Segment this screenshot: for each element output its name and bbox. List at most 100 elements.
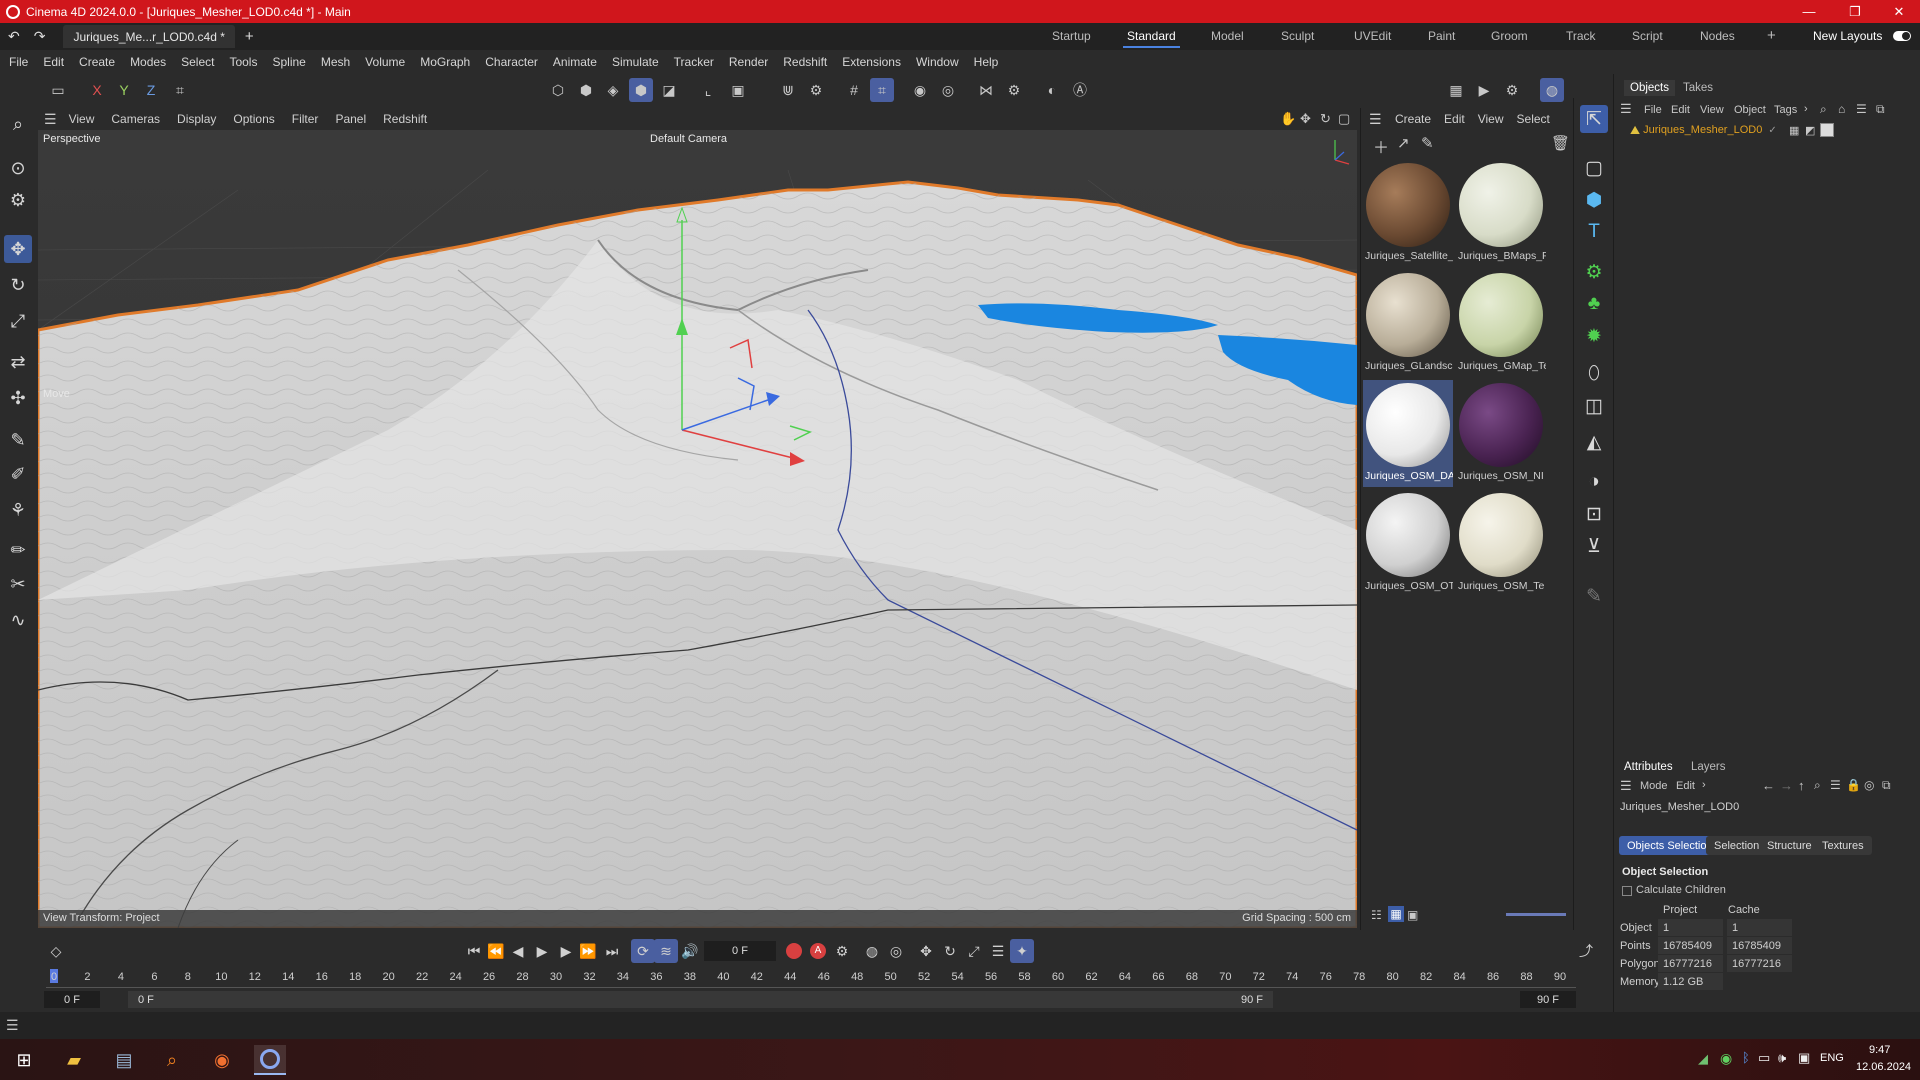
- solo-icon[interactable]: ◉: [908, 78, 932, 102]
- tag-icon-1[interactable]: ▦: [1789, 124, 1799, 137]
- lock-workplane-icon[interactable]: ◐: [1040, 78, 1064, 102]
- key-rotation-icon[interactable]: ◎: [884, 939, 908, 963]
- knife-tool-icon[interactable]: ✂: [4, 570, 32, 598]
- loop-icon[interactable]: ⟳: [631, 939, 655, 963]
- uv-mode-icon[interactable]: ◪: [657, 78, 681, 102]
- maximize-button[interactable]: ❐: [1832, 0, 1878, 23]
- material-menu-create[interactable]: Create: [1395, 112, 1431, 126]
- select-object-icon[interactable]: ⇱: [1580, 105, 1608, 133]
- coordinate-system-icon[interactable]: ⌗: [168, 78, 192, 102]
- cloner-icon[interactable]: ♣: [1580, 290, 1608, 318]
- grid-snap-icon[interactable]: #: [842, 78, 866, 102]
- viewport-menu-options[interactable]: Options: [233, 112, 274, 126]
- key-scale-icon[interactable]: ✥: [914, 939, 938, 963]
- close-button[interactable]: ✕: [1876, 0, 1920, 23]
- viewport-menu-cameras[interactable]: Cameras: [111, 112, 160, 126]
- start-frame-field[interactable]: 0 F: [44, 991, 100, 1008]
- search-app-icon[interactable]: ⌕: [156, 1045, 188, 1075]
- snap-settings-icon[interactable]: ⚙: [804, 78, 828, 102]
- menu-render[interactable]: Render: [729, 55, 768, 69]
- transfer-tool-icon[interactable]: ⇄: [4, 348, 32, 376]
- calculate-children-checkbox[interactable]: [1622, 886, 1632, 896]
- symmetry-icon[interactable]: ⋈: [974, 78, 998, 102]
- viewport-menu-view[interactable]: View: [69, 112, 95, 126]
- attributes-menu-mode[interactable]: Mode: [1640, 780, 1668, 792]
- menu-mesh[interactable]: Mesh: [321, 55, 350, 69]
- material-menu-select[interactable]: Select: [1517, 112, 1550, 126]
- paint-tool-icon[interactable]: ⚘: [4, 496, 32, 524]
- menu-modes[interactable]: Modes: [130, 55, 166, 69]
- redshift-render-view-icon[interactable]: ◍: [1540, 78, 1564, 102]
- tab-objects[interactable]: Objects: [1624, 80, 1675, 96]
- new-window-icon[interactable]: ⧉: [1876, 102, 1885, 117]
- render-settings-icon[interactable]: ⚙: [1500, 78, 1524, 102]
- thumbnail-size-slider[interactable]: [1506, 913, 1566, 916]
- coordinate-manager-icon[interactable]: ▭: [46, 78, 70, 102]
- subtab-structure[interactable]: Structure: [1759, 836, 1820, 855]
- material-item[interactable]: Juriques_OSM_Te: [1456, 490, 1546, 597]
- viewport-hamburger-icon[interactable]: ☰: [44, 111, 57, 128]
- 3d-viewport[interactable]: Perspective Default Camera Move: [38, 130, 1357, 928]
- end-frame-field[interactable]: 90 F: [1520, 991, 1576, 1008]
- material-item[interactable]: Juriques_GLandsc: [1363, 270, 1453, 377]
- snap-magnet-icon[interactable]: ⋓: [776, 78, 800, 102]
- next-key-icon[interactable]: ⏩: [576, 939, 600, 963]
- material-item[interactable]: Juriques_Satellite_: [1363, 160, 1453, 267]
- delete-material-icon[interactable]: 🗑: [1551, 134, 1570, 152]
- clock-date[interactable]: 12.06.2024: [1856, 1061, 1911, 1073]
- back-arrow-icon[interactable]: ←: [1762, 778, 1775, 793]
- minimize-button[interactable]: —: [1786, 0, 1832, 23]
- add-material-icon[interactable]: ＋: [1373, 134, 1389, 158]
- render-view-icon[interactable]: ▦: [1444, 78, 1468, 102]
- settings-icon[interactable]: ◎: [1864, 778, 1874, 792]
- objects-menu-edit[interactable]: Edit: [1671, 104, 1690, 116]
- brush-icon[interactable]: ✏: [4, 536, 32, 564]
- material-menu-view[interactable]: View: [1478, 112, 1504, 126]
- viewport-menu-filter[interactable]: Filter: [292, 112, 319, 126]
- edges-mode-icon[interactable]: ⬢: [574, 78, 598, 102]
- objects-menu-tags[interactable]: Tags: [1774, 104, 1797, 116]
- menu-redshift[interactable]: Redshift: [783, 55, 827, 69]
- texture-mode-icon[interactable]: ▣: [726, 78, 750, 102]
- up-arrow-icon[interactable]: ↑: [1798, 778, 1805, 793]
- current-frame-field[interactable]: 0 F: [704, 941, 776, 961]
- new-document-button[interactable]: +: [245, 28, 254, 45]
- material-item[interactable]: Juriques_BMaps_F: [1456, 160, 1546, 267]
- windows-start-icon[interactable]: ⊞: [8, 1045, 40, 1075]
- nvidia-tray-icon[interactable]: ◢: [1698, 1051, 1708, 1067]
- menu-help[interactable]: Help: [974, 55, 999, 69]
- material-item-selected[interactable]: Juriques_OSM_DA: [1363, 380, 1453, 487]
- autokey-icon[interactable]: A: [806, 939, 830, 963]
- object-row[interactable]: ⛰ Juriques_Mesher_LOD0 ✓ ▦ ◩: [1614, 120, 1920, 140]
- list-view-icon[interactable]: ☷: [1371, 908, 1382, 922]
- menu-volume[interactable]: Volume: [365, 55, 405, 69]
- menu-create[interactable]: Create: [79, 55, 115, 69]
- objects-menu-view[interactable]: View: [1700, 104, 1724, 116]
- tab-attributes[interactable]: Attributes: [1624, 761, 1673, 773]
- bluetooth-icon[interactable]: ᛒ: [1742, 1050, 1750, 1065]
- sound-icon[interactable]: 🔊: [678, 939, 702, 963]
- objects-menu-file[interactable]: File: [1644, 104, 1662, 116]
- cube-primitive-icon[interactable]: ⬢: [1580, 186, 1608, 214]
- polygons-mode-icon[interactable]: ◈: [601, 78, 625, 102]
- preview-range-bar[interactable]: 0 F 90 F: [128, 991, 1273, 1008]
- selection-tool-icon[interactable]: ⊙: [4, 154, 32, 182]
- material-menu-edit[interactable]: Edit: [1444, 112, 1465, 126]
- clock-time[interactable]: 9:47: [1869, 1044, 1890, 1056]
- redo-icon[interactable]: ↷: [34, 28, 46, 45]
- deformer-icon[interactable]: ⬯: [1580, 360, 1608, 388]
- light-icon[interactable]: ⊻: [1580, 532, 1608, 560]
- layout-tab-model[interactable]: Model: [1211, 29, 1244, 43]
- menu-simulate[interactable]: Simulate: [612, 55, 659, 69]
- tag-icon-2[interactable]: ◩: [1805, 124, 1815, 137]
- pan-icon[interactable]: ✋: [1280, 111, 1296, 127]
- material-item[interactable]: Juriques_GMap_Te: [1456, 270, 1546, 377]
- material-hamburger-icon[interactable]: ☰: [1369, 111, 1382, 128]
- text-spline-icon[interactable]: T: [1580, 218, 1608, 246]
- axis-mode-icon[interactable]: ⌞: [696, 78, 720, 102]
- layout-tab-nodes[interactable]: Nodes: [1700, 29, 1735, 43]
- previous-key-icon[interactable]: ⏪: [484, 939, 508, 963]
- menu-animate[interactable]: Animate: [553, 55, 597, 69]
- viewport-solo-icon[interactable]: ◎: [936, 78, 960, 102]
- layout-tab-paint[interactable]: Paint: [1428, 29, 1455, 43]
